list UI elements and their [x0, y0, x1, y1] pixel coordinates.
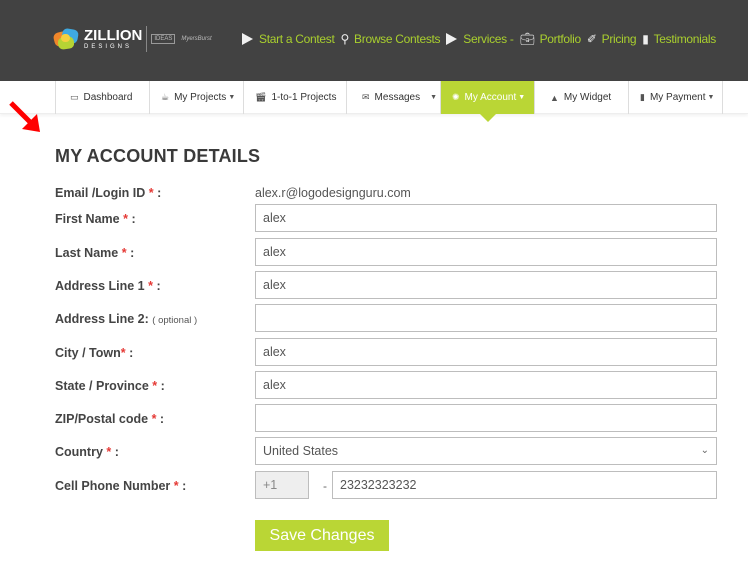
- user-icon: ▲: [550, 92, 559, 103]
- tab-my-projects[interactable]: ☕︎ My Projects ▼: [150, 81, 244, 114]
- country-row: Country * : United States ⌄: [55, 437, 717, 474]
- top-header: ZILLION DESIGNS IDEAS MyersBurst Start a…: [0, 0, 748, 81]
- country-select[interactable]: United States ⌄: [255, 437, 717, 465]
- last-name-label: Last Name * :: [55, 246, 135, 260]
- nav-portfolio[interactable]: 💼︎ Portfolio: [519, 32, 582, 46]
- play-icon: [242, 33, 253, 45]
- country-label: Country * :: [55, 445, 119, 459]
- partner-badge: MyersBurst: [181, 35, 212, 42]
- city-label: City / Town* :: [55, 346, 134, 360]
- phone-separator: -: [323, 479, 327, 493]
- address2-input[interactable]: [255, 304, 717, 332]
- nav-start-contest[interactable]: Start a Contest: [242, 32, 335, 46]
- caret-down-icon: ▼: [518, 94, 526, 101]
- nav-pricing[interactable]: ✐ Pricing: [586, 32, 637, 46]
- brand-logo[interactable]: ZILLION DESIGNS IDEAS MyersBurst: [52, 26, 218, 52]
- zip-label: ZIP/Postal code * :: [55, 412, 165, 426]
- caret-down-icon: ▼: [707, 94, 715, 101]
- brand-name: ZILLION DESIGNS: [84, 27, 143, 50]
- country-selected-value: United States: [263, 444, 339, 458]
- state-input[interactable]: [255, 371, 717, 399]
- first-name-input[interactable]: [255, 204, 717, 232]
- caret-down-icon: ▼: [228, 94, 236, 101]
- play-icon: [446, 33, 458, 45]
- tab-dashboard[interactable]: ▭ Dashboard: [56, 81, 150, 114]
- first-name-row: First Name * :: [55, 204, 717, 241]
- monitor-icon: ▭: [70, 92, 79, 102]
- city-input[interactable]: [255, 338, 717, 366]
- main-nav: Start a Contest ⚲ Browse Contests Servic…: [242, 32, 722, 46]
- search-icon: ⚲: [340, 32, 350, 46]
- logo-mark-icon: [52, 27, 80, 51]
- email-value: alex.r@logodesignguru.com: [255, 186, 411, 200]
- briefcase-icon: 💼︎: [519, 32, 535, 46]
- tab-my-payment[interactable]: ▮ My Payment ▼: [629, 81, 723, 114]
- nav-browse-contests[interactable]: ⚲ Browse Contests: [341, 32, 441, 46]
- phone-row: Cell Phone Number * : +1 - 23232323232: [55, 471, 717, 508]
- clapper-icon: 🎬︎: [255, 92, 267, 102]
- coffee-icon: ☕︎: [161, 92, 170, 102]
- briefcase-icon: ▮: [640, 92, 645, 102]
- last-name-input[interactable]: [255, 238, 717, 266]
- gear-icon: ✺: [452, 92, 460, 102]
- address2-label: Address Line 2: ( optional ): [55, 312, 198, 326]
- chevron-down-icon: ⌄: [700, 445, 709, 456]
- tag-icon: ✐: [586, 32, 597, 46]
- address2-row: Address Line 2: ( optional ): [55, 304, 717, 341]
- state-label: State / Province * :: [55, 379, 165, 393]
- tab-my-widget[interactable]: ▲ My Widget: [535, 81, 629, 114]
- first-name-label: First Name * :: [55, 212, 136, 226]
- email-label: Email /Login ID * :: [55, 186, 162, 200]
- annotation-arrow-icon: [9, 101, 40, 132]
- award-badge: IDEAS: [151, 33, 176, 45]
- phone-label: Cell Phone Number * :: [55, 479, 187, 493]
- account-subnav: ▭ Dashboard ☕︎ My Projects ▼ 🎬︎ 1-to-1 P…: [0, 81, 748, 122]
- country-code-field: +1: [255, 471, 309, 499]
- address1-input[interactable]: [255, 271, 717, 299]
- address1-label: Address Line 1 * :: [55, 279, 161, 293]
- zip-input[interactable]: [255, 404, 717, 432]
- nav-services[interactable]: Services -: [446, 32, 514, 46]
- save-changes-button[interactable]: Save Changes: [255, 520, 389, 551]
- nav-testimonials[interactable]: ▮ Testimonials: [642, 32, 716, 46]
- tab-1to1-projects[interactable]: 🎬︎ 1-to-1 Projects: [244, 81, 347, 114]
- tab-messages[interactable]: ✉ Messages ▼: [347, 81, 441, 114]
- logo-divider: [146, 26, 148, 52]
- page-title: MY ACCOUNT DETAILS: [55, 146, 261, 166]
- tab-my-account[interactable]: ✺ My Account ▼: [441, 81, 535, 122]
- envelope-icon: ✉: [362, 92, 370, 102]
- phone-input[interactable]: 23232323232: [332, 471, 717, 499]
- comment-icon: ▮: [642, 32, 649, 46]
- caret-down-icon: ▼: [430, 94, 438, 101]
